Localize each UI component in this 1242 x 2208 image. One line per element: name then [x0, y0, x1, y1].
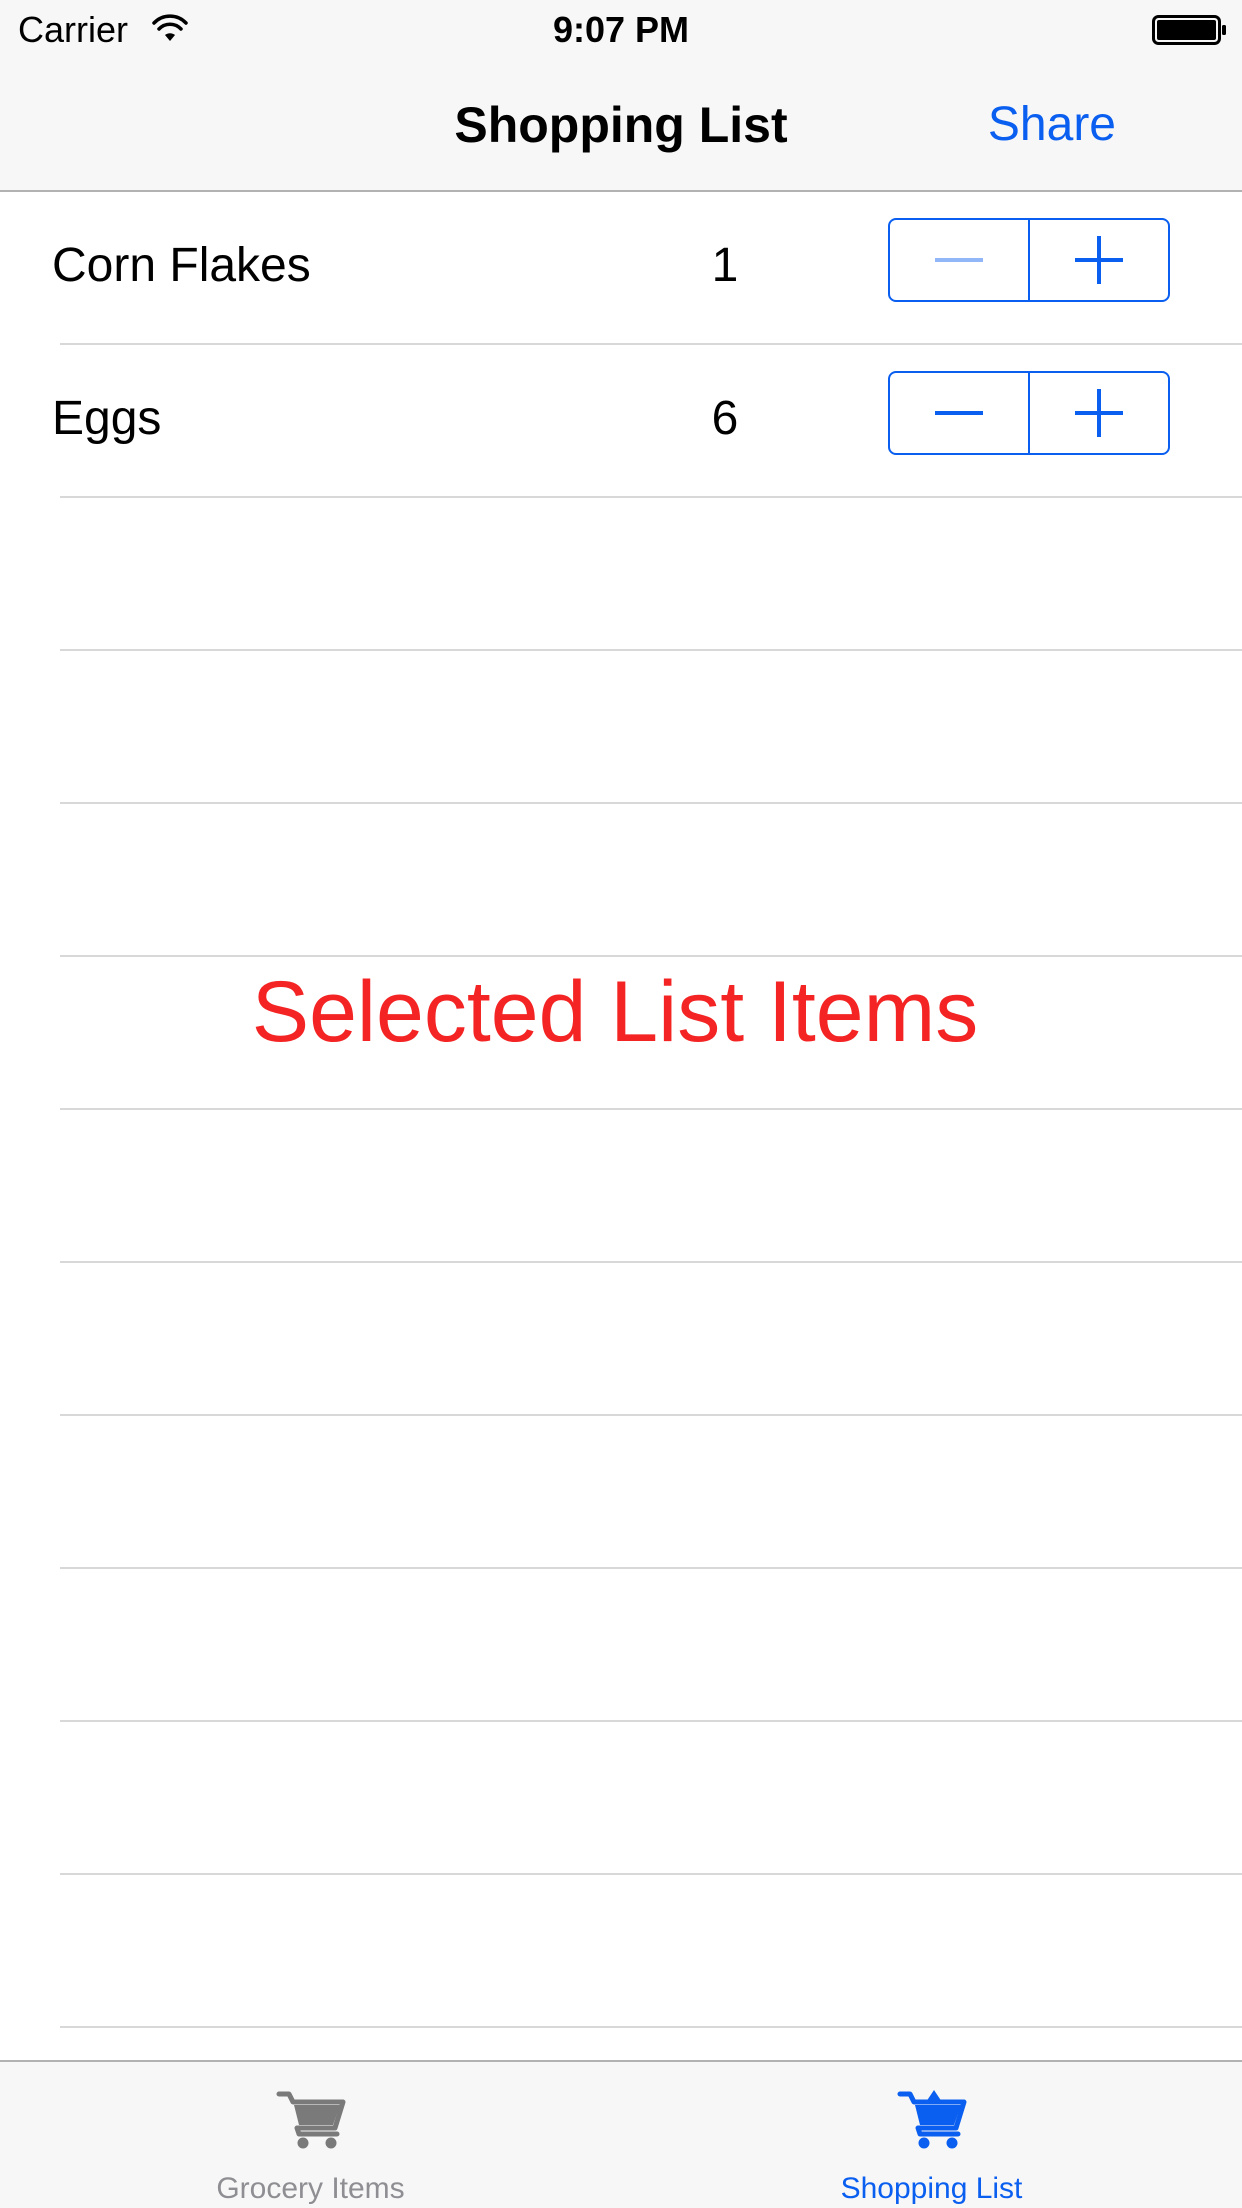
plus-icon	[1075, 389, 1123, 437]
quantity-stepper	[888, 218, 1170, 302]
shopping-list-table: Corn Flakes 1 Eggs 6	[0, 192, 1242, 2028]
increment-button[interactable]	[1028, 220, 1168, 300]
tab-bar: Grocery Items Shopping List	[0, 2060, 1242, 2208]
empty-row	[0, 1416, 1242, 1569]
battery-full-icon	[1152, 15, 1226, 45]
tab-label: Grocery Items	[216, 2172, 405, 2205]
empty-row	[0, 1263, 1242, 1416]
share-button[interactable]: Share	[988, 96, 1116, 154]
empty-row	[0, 1569, 1242, 1722]
item-name: Eggs	[52, 392, 162, 445]
empty-row	[0, 1875, 1242, 2028]
decrement-button[interactable]	[890, 220, 1028, 300]
minus-icon	[935, 258, 983, 262]
empty-row	[0, 498, 1242, 651]
plus-icon	[1075, 236, 1123, 284]
status-bar: Carrier 9:07 PM	[0, 0, 1242, 60]
cart-filled-icon	[897, 2090, 966, 2149]
item-quantity: 1	[711, 239, 739, 292]
quantity-stepper	[888, 371, 1170, 455]
tab-grocery-items[interactable]: Grocery Items	[0, 2062, 621, 2208]
cart-icon	[276, 2091, 345, 2149]
empty-row	[0, 1110, 1242, 1263]
tab-label: Shopping List	[840, 2172, 1023, 2205]
list-item: Corn Flakes 1	[0, 192, 1242, 345]
minus-icon	[935, 411, 983, 415]
item-name: Corn Flakes	[52, 239, 311, 292]
overlay-caption: Selected List Items	[251, 964, 979, 1060]
tab-shopping-list[interactable]: Shopping List	[621, 2062, 1242, 2208]
navigation-bar: Shopping List Share	[0, 60, 1242, 192]
item-quantity: 6	[711, 392, 739, 445]
status-time: 9:07 PM	[552, 9, 690, 50]
empty-row	[0, 804, 1242, 957]
increment-button[interactable]	[1028, 373, 1168, 453]
empty-row	[0, 651, 1242, 804]
decrement-button[interactable]	[890, 373, 1028, 453]
empty-row	[0, 1722, 1242, 1875]
list-item: Eggs 6	[0, 345, 1242, 498]
